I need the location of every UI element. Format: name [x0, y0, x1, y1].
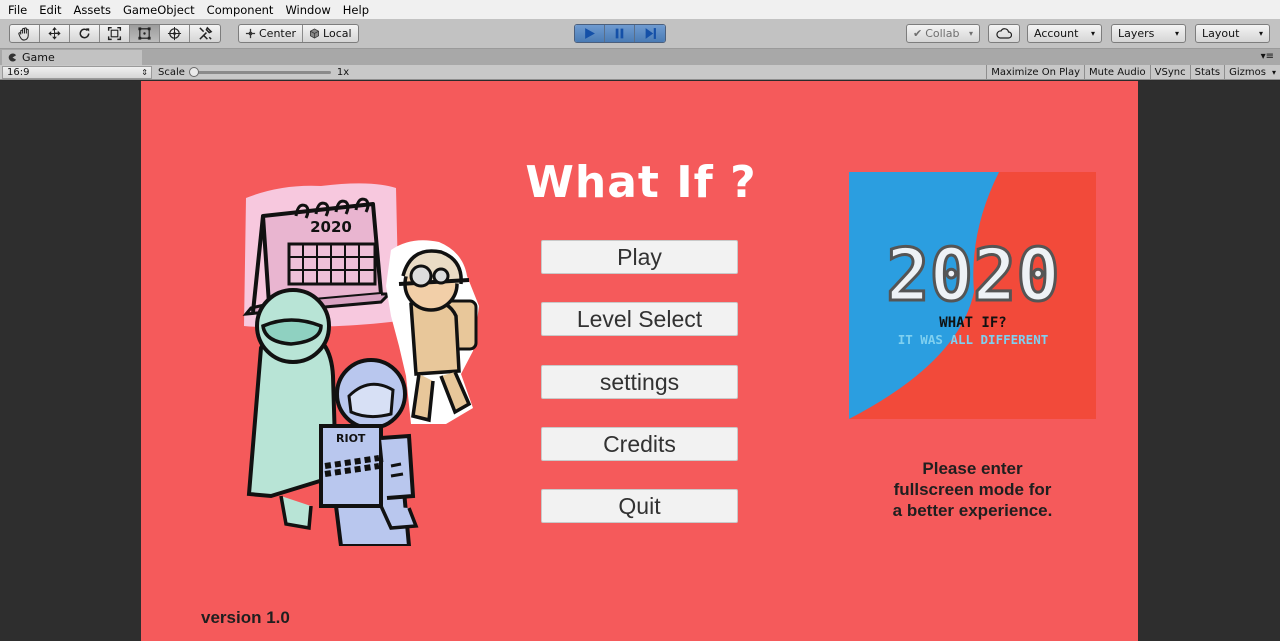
chevron-down-icon: ▾ [1090, 29, 1095, 38]
aspect-label: 16:9 [7, 67, 30, 78]
calendar-year: 2020 [310, 218, 352, 236]
game-toolbar: 16:9 ⇕ Scale 1x Maximize On Play Mute Au… [0, 65, 1280, 80]
scale-slider-knob[interactable] [188, 67, 199, 77]
chevron-down-icon: ▾ [1271, 67, 1276, 77]
rotate-icon [79, 28, 90, 39]
rotate-tool-button[interactable] [70, 25, 100, 42]
fullscreen-notice: Please enter fullscreen mode for a bette… [861, 458, 1084, 521]
pivot-label: Center [259, 27, 297, 40]
level-select-button[interactable]: Level Select [541, 302, 738, 336]
gizmos-dropdown[interactable]: Gizmos ▾ [1224, 65, 1280, 79]
scale-slider[interactable] [188, 67, 331, 77]
scale-control: Scale 1x [158, 66, 349, 79]
collab-label: Collab [925, 27, 960, 40]
pause-icon [615, 28, 624, 39]
chevron-down-icon: ▾ [1258, 29, 1263, 38]
layout-dropdown[interactable]: Layout ▾ [1195, 24, 1270, 43]
play-icon [585, 28, 595, 39]
transform-tools [9, 24, 221, 43]
scale-icon [107, 26, 122, 41]
step-icon [645, 28, 656, 39]
menu-window[interactable]: Window [283, 3, 336, 17]
menu-help[interactable]: Help [341, 3, 375, 17]
step-button[interactable] [635, 25, 665, 42]
check-icon: ✔ [913, 27, 923, 40]
pivot-center-button[interactable]: Center [239, 25, 304, 42]
game-screen: 2020 RIOT What If ? Play Level Select se… [141, 81, 1138, 641]
scale-tool-button[interactable] [100, 25, 130, 42]
transform-icon [167, 26, 182, 41]
pause-button[interactable] [605, 25, 635, 42]
version-label: version 1.0 [201, 608, 290, 627]
menu-assets[interactable]: Assets [72, 3, 117, 17]
space-label: Local [323, 27, 352, 40]
hand-tool-button[interactable] [10, 25, 40, 42]
updown-icon: ⇕ [141, 68, 148, 77]
settings-button[interactable]: settings [541, 365, 738, 399]
account-label: Account [1034, 27, 1079, 40]
pivot-toggles: Center Local [238, 24, 359, 43]
rect-tool-button[interactable] [130, 25, 160, 42]
layout-label: Layout [1202, 27, 1240, 40]
characters-illustration: 2020 RIOT [242, 183, 479, 546]
tab-bar: Game ▾≡ [0, 49, 1280, 65]
logo-line1: WHAT IF? [939, 315, 1006, 331]
tab-game-label: Game [22, 51, 55, 64]
notice-line-1: Please enter [922, 459, 1023, 478]
game-title: What If ? [525, 157, 757, 208]
play-button[interactable] [575, 25, 605, 42]
move-icon [48, 26, 61, 40]
stats-toggle[interactable]: Stats [1189, 65, 1225, 79]
cloud-icon [996, 28, 1012, 39]
gizmos-label: Gizmos [1229, 66, 1266, 78]
quit-button[interactable]: Quit [541, 489, 738, 523]
notice-line-3: a better experience. [892, 501, 1053, 520]
custom-tool-icon [198, 26, 212, 40]
logo-year: 2020 [886, 233, 1059, 317]
menu-gameobject[interactable]: GameObject [121, 3, 201, 17]
logo-line2: IT WAS ALL DIFFERENT [898, 332, 1049, 347]
maximize-on-play-toggle[interactable]: Maximize On Play [986, 65, 1084, 79]
play-menu-button[interactable]: Play [541, 240, 738, 274]
collab-button[interactable]: ✔ Collab ▾ [906, 24, 980, 43]
aspect-dropdown[interactable]: 16:9 ⇕ [2, 66, 152, 79]
game-logo: 2020 WHAT IF? IT WAS ALL DIFFERENT [849, 172, 1096, 419]
riot-sign-text: RIOT [336, 432, 366, 445]
cube-icon [310, 28, 320, 39]
credits-button[interactable]: Credits [541, 427, 738, 461]
vsync-toggle[interactable]: VSync [1149, 65, 1190, 79]
move-tool-button[interactable] [40, 25, 70, 42]
space-local-button[interactable]: Local [303, 25, 358, 42]
game-toolbar-toggles: Maximize On Play Mute Audio VSync Stats … [986, 65, 1280, 79]
chevron-down-icon: ▾ [968, 29, 973, 38]
menu-bar: File Edit Assets GameObject Component Wi… [0, 0, 1280, 19]
mute-audio-toggle[interactable]: Mute Audio [1084, 65, 1150, 79]
notice-line-2: fullscreen mode for [893, 480, 1052, 499]
rect-icon [138, 27, 151, 40]
tab-game[interactable]: Game [2, 50, 142, 65]
cloud-button[interactable] [988, 24, 1020, 43]
hand-icon [18, 27, 29, 41]
scale-value: 1x [336, 67, 350, 78]
playback-controls [574, 24, 666, 43]
chevron-down-icon: ▾ [1174, 29, 1179, 38]
scale-label: Scale [158, 67, 185, 78]
transform-tool-button[interactable] [160, 25, 190, 42]
account-dropdown[interactable]: Account ▾ [1027, 24, 1102, 43]
pacman-icon [8, 53, 17, 62]
menu-component[interactable]: Component [205, 3, 280, 17]
layers-dropdown[interactable]: Layers ▾ [1111, 24, 1186, 43]
menu-edit[interactable]: Edit [37, 3, 67, 17]
game-viewport: 2020 RIOT What If ? Play Level Select se… [0, 81, 1280, 641]
main-toolbar: Center Local ✔ Collab ▾ Account ▾ Layers… [0, 19, 1280, 49]
menu-file[interactable]: File [6, 3, 33, 17]
custom-tool-button[interactable] [190, 25, 220, 42]
tab-menu-icon[interactable]: ▾≡ [1261, 51, 1274, 62]
pivot-icon [245, 28, 256, 39]
layers-label: Layers [1118, 27, 1155, 40]
